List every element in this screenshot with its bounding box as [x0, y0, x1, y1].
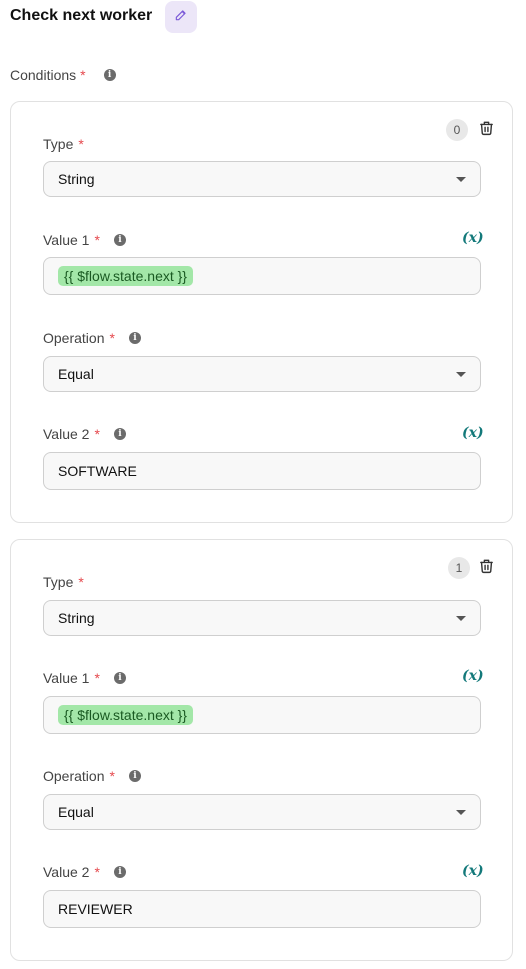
operation-label: Operation * i — [43, 767, 141, 785]
value1-input[interactable]: {{ $flow.state.next }} — [43, 257, 481, 295]
type-label: Type * — [43, 136, 84, 152]
value2-input[interactable]: REVIEWER — [43, 890, 481, 928]
value2-label: Value 2 * i — [43, 863, 126, 881]
variable-chip: {{ $flow.state.next }} — [58, 705, 193, 725]
info-icon[interactable]: i — [113, 234, 126, 246]
trash-icon — [478, 119, 495, 142]
pencil-icon — [174, 8, 188, 27]
info-icon[interactable]: i — [113, 428, 126, 440]
value1-label: Value 1 * i — [43, 669, 126, 687]
info-icon[interactable]: i — [113, 672, 126, 684]
operation-select[interactable]: Equal — [43, 794, 481, 830]
node-title: Check next worker — [10, 7, 153, 24]
operation-label: Operation * i — [43, 329, 141, 347]
delete-condition-button[interactable] — [477, 559, 495, 577]
condition-index-badge: 1 — [448, 557, 470, 579]
required-asterisk: * — [109, 330, 115, 346]
chevron-down-icon — [456, 615, 466, 621]
type-select[interactable]: String — [43, 161, 481, 197]
value2-input[interactable]: SOFTWARE — [43, 452, 481, 490]
required-asterisk: * — [78, 136, 84, 152]
type-select[interactable]: String — [43, 600, 481, 636]
trash-icon — [478, 557, 495, 580]
variable-button[interactable]: (x) — [462, 425, 484, 441]
variable-button[interactable]: (x) — [462, 668, 484, 684]
value1-input[interactable]: {{ $flow.state.next }} — [43, 696, 481, 734]
required-asterisk: * — [94, 232, 100, 248]
required-asterisk: * — [80, 67, 86, 83]
value1-label: Value 1 * i — [43, 231, 126, 249]
edit-title-button[interactable] — [165, 1, 197, 33]
info-icon[interactable]: i — [103, 69, 116, 81]
type-label: Type * — [43, 574, 84, 590]
required-asterisk: * — [109, 768, 115, 784]
required-asterisk: * — [94, 864, 100, 880]
condition-card: 1 Type * String Value 1 * i (x) {{ $flow… — [10, 539, 513, 961]
conditions-label: Conditions * i — [10, 66, 116, 84]
required-asterisk: * — [78, 574, 84, 590]
info-icon[interactable]: i — [128, 770, 141, 782]
condition-card: 0 Type * String Value 1 * i (x) {{ $flow… — [10, 101, 513, 523]
chevron-down-icon — [456, 371, 466, 377]
required-asterisk: * — [94, 426, 100, 442]
variable-button[interactable]: (x) — [462, 230, 484, 246]
chevron-down-icon — [456, 809, 466, 815]
condition-index-badge: 0 — [446, 119, 468, 141]
variable-button[interactable]: (x) — [462, 863, 484, 879]
value2-label: Value 2 * i — [43, 425, 126, 443]
variable-chip: {{ $flow.state.next }} — [58, 266, 193, 286]
chevron-down-icon — [456, 176, 466, 182]
required-asterisk: * — [94, 670, 100, 686]
info-icon[interactable]: i — [128, 332, 141, 344]
info-icon[interactable]: i — [113, 866, 126, 878]
delete-condition-button[interactable] — [477, 121, 495, 139]
operation-select[interactable]: Equal — [43, 356, 481, 392]
